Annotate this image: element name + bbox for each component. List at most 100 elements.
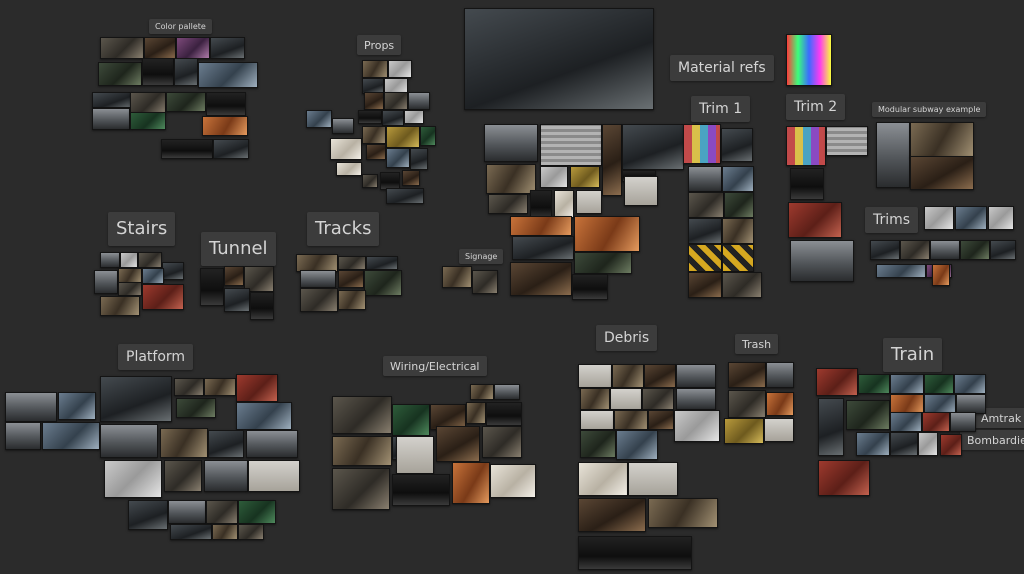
image-thumbnail[interactable]: [728, 362, 766, 388]
group-label-tracks[interactable]: Tracks: [307, 212, 380, 246]
group-label-signage[interactable]: Signage: [459, 249, 504, 264]
image-thumbnail[interactable]: [142, 58, 174, 86]
image-thumbnail[interactable]: [420, 126, 436, 146]
image-thumbnail[interactable]: [494, 384, 520, 400]
image-thumbnail[interactable]: [724, 192, 754, 218]
image-thumbnail[interactable]: [722, 244, 754, 272]
image-thumbnail[interactable]: [224, 266, 244, 286]
image-thumbnail[interactable]: [486, 164, 536, 194]
image-thumbnail[interactable]: [570, 166, 600, 188]
group-label-trim1[interactable]: Trim 1: [691, 96, 751, 122]
image-thumbnail[interactable]: [160, 428, 208, 458]
image-thumbnail[interactable]: [924, 394, 956, 414]
image-thumbnail[interactable]: [932, 264, 950, 286]
image-thumbnail[interactable]: [208, 430, 244, 458]
group-label-trash[interactable]: Trash: [735, 334, 779, 354]
image-thumbnail[interactable]: [688, 166, 722, 192]
image-thumbnail[interactable]: [212, 524, 238, 540]
moodboard-canvas[interactable]: Color pallete Props Material refs Trim 1…: [0, 0, 1024, 574]
image-thumbnail[interactable]: [580, 410, 614, 430]
image-thumbnail[interactable]: [384, 92, 408, 110]
image-thumbnail[interactable]: [610, 388, 642, 410]
image-thumbnail[interactable]: [688, 192, 724, 218]
image-thumbnail[interactable]: [5, 392, 57, 422]
image-thumbnail[interactable]: [382, 110, 404, 126]
image-thumbnail[interactable]: [616, 430, 658, 460]
image-thumbnail[interactable]: [246, 430, 298, 458]
image-thumbnail[interactable]: [786, 126, 826, 166]
image-thumbnail[interactable]: [236, 374, 278, 402]
image-thumbnail[interactable]: [576, 190, 602, 214]
image-thumbnail[interactable]: [92, 92, 134, 108]
image-thumbnail[interactable]: [482, 426, 522, 458]
image-thumbnail[interactable]: [876, 122, 910, 188]
image-thumbnail[interactable]: [200, 268, 224, 306]
image-thumbnail[interactable]: [170, 524, 212, 540]
image-thumbnail[interactable]: [540, 124, 602, 166]
image-thumbnail[interactable]: [766, 392, 794, 416]
image-thumbnail[interactable]: [612, 364, 644, 388]
image-thumbnail[interactable]: [540, 166, 568, 188]
image-thumbnail[interactable]: [236, 402, 292, 430]
image-thumbnail[interactable]: [510, 216, 572, 236]
image-thumbnail[interactable]: [856, 432, 890, 456]
image-thumbnail[interactable]: [436, 426, 480, 462]
image-thumbnail[interactable]: [790, 240, 854, 282]
image-thumbnail[interactable]: [238, 524, 264, 540]
image-thumbnail[interactable]: [338, 256, 366, 270]
image-thumbnail[interactable]: [362, 126, 386, 144]
image-thumbnail[interactable]: [466, 402, 486, 424]
image-thumbnail[interactable]: [5, 422, 41, 450]
image-thumbnail[interactable]: [364, 270, 402, 296]
image-thumbnail[interactable]: [488, 194, 528, 214]
image-thumbnail[interactable]: [688, 218, 722, 244]
image-thumbnail[interactable]: [890, 412, 922, 432]
image-thumbnail[interactable]: [890, 374, 924, 394]
image-thumbnail[interactable]: [574, 252, 632, 274]
image-thumbnail[interactable]: [238, 500, 276, 524]
image-thumbnail[interactable]: [890, 394, 924, 414]
image-thumbnail[interactable]: [816, 368, 858, 396]
image-thumbnail[interactable]: [624, 176, 658, 206]
image-thumbnail[interactable]: [602, 124, 622, 196]
group-label-material-refs[interactable]: Material refs: [670, 55, 774, 81]
image-thumbnail[interactable]: [930, 240, 960, 260]
image-thumbnail[interactable]: [300, 270, 336, 288]
image-thumbnail[interactable]: [578, 498, 646, 532]
image-thumbnail[interactable]: [890, 432, 918, 456]
image-thumbnail[interactable]: [198, 62, 258, 88]
image-thumbnail[interactable]: [306, 110, 332, 128]
image-thumbnail[interactable]: [366, 144, 386, 160]
image-thumbnail[interactable]: [330, 138, 362, 160]
image-thumbnail[interactable]: [786, 34, 832, 86]
image-thumbnail[interactable]: [472, 270, 498, 294]
image-thumbnail[interactable]: [358, 110, 382, 124]
image-thumbnail[interactable]: [202, 116, 248, 136]
image-thumbnail[interactable]: [722, 218, 754, 244]
image-thumbnail[interactable]: [722, 166, 754, 192]
image-thumbnail[interactable]: [870, 240, 900, 260]
image-thumbnail[interactable]: [224, 288, 250, 312]
image-thumbnail[interactable]: [100, 376, 172, 422]
image-thumbnail[interactable]: [955, 206, 987, 230]
image-thumbnail[interactable]: [176, 398, 216, 418]
group-label-trims[interactable]: Trims: [865, 207, 919, 233]
image-thumbnail[interactable]: [990, 240, 1016, 260]
image-thumbnail[interactable]: [826, 126, 868, 156]
image-thumbnail[interactable]: [858, 374, 890, 394]
image-thumbnail[interactable]: [876, 264, 926, 278]
image-thumbnail[interactable]: [918, 432, 938, 456]
image-thumbnail[interactable]: [408, 92, 430, 110]
group-label-debris[interactable]: Debris: [596, 325, 658, 351]
image-thumbnail[interactable]: [100, 424, 158, 458]
image-thumbnail[interactable]: [362, 174, 378, 188]
image-thumbnail[interactable]: [846, 400, 890, 430]
image-thumbnail[interactable]: [790, 168, 824, 200]
image-thumbnail[interactable]: [250, 292, 274, 320]
image-thumbnail[interactable]: [338, 290, 366, 310]
image-thumbnail[interactable]: [722, 272, 762, 298]
image-thumbnail[interactable]: [642, 388, 674, 410]
image-thumbnail[interactable]: [128, 500, 168, 530]
image-thumbnail[interactable]: [578, 462, 628, 496]
image-thumbnail[interactable]: [98, 62, 142, 86]
